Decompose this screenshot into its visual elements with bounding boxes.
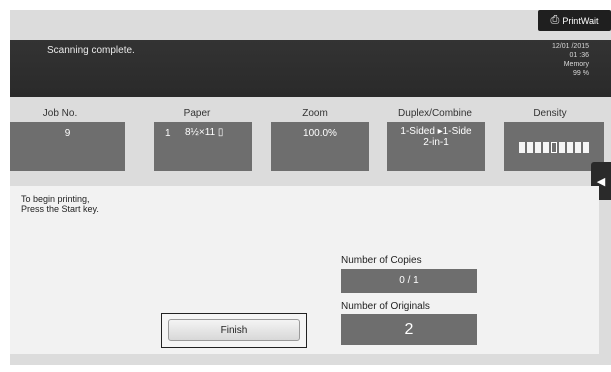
density-step (567, 142, 573, 153)
instructions: To begin printing, Press the Start key. (21, 194, 99, 214)
paper-box[interactable]: 1 8½×11 ▯ (154, 122, 252, 171)
job-no-label: Job No. (42, 108, 78, 119)
job-no-box: 9 (10, 122, 125, 171)
print-wait-button[interactable]: ⎙ PrintWait (538, 10, 611, 31)
density-step (519, 142, 525, 153)
status-time: 01 :36 (569, 52, 589, 59)
density-box[interactable] (504, 122, 604, 171)
status-memory-label: Memory (563, 61, 589, 68)
paper-label: Paper (183, 108, 211, 119)
copies-value: 0 / 1 (341, 269, 477, 293)
density-step (575, 142, 581, 153)
copy-screen: ⎙ PrintWait Scanning complete. 12/01 /20… (10, 10, 611, 365)
main-panel: To begin printing, Press the Start key. … (10, 186, 599, 354)
density-scale (519, 142, 589, 153)
finish-button-frame: Finish (161, 313, 307, 348)
copies-label: Number of Copies (341, 255, 422, 266)
instruction-line2: Press the Start key. (21, 204, 99, 214)
status-bar: Scanning complete. 12/01 /2015 01 :36 Me… (10, 40, 611, 97)
density-label: Density (533, 108, 567, 119)
finish-button[interactable]: Finish (168, 319, 300, 341)
duplex-label: Duplex/Combine (398, 108, 472, 119)
print-wait-label: PrintWait (562, 15, 599, 26)
status-memory-value: 99 % (573, 70, 589, 77)
zoom-label: Zoom (302, 108, 328, 119)
duplex-line2: 2-in-1 (423, 137, 449, 148)
zoom-box[interactable]: 100.0% (271, 122, 369, 171)
density-step (559, 142, 565, 153)
instruction-line1: To begin printing, (21, 194, 90, 204)
status-info: 12/01 /2015 01 :36 Memory 99 % (552, 42, 589, 78)
density-step-selected (551, 142, 557, 153)
column-labels: Job No. Paper Zoom Duplex/Combine Densit… (10, 108, 611, 122)
density-step (583, 142, 589, 153)
duplex-line1: 1-Sided ▸1-Side (400, 126, 472, 137)
zoom-value: 100.0% (303, 128, 337, 139)
density-step (535, 142, 541, 153)
printer-queue-icon: ⎙ (550, 14, 560, 26)
status-date: 12/01 /2015 (552, 43, 589, 50)
status-message: Scanning complete. (47, 45, 135, 56)
duplex-box[interactable]: 1-Sided ▸1-Side 2-in-1 (387, 122, 485, 171)
originals-label: Number of Originals (341, 301, 430, 312)
density-step (543, 142, 549, 153)
paper-size-value: 8½×11 ▯ (185, 127, 224, 138)
paper-tray-value: 1 (165, 128, 171, 139)
originals-value: 2 (341, 314, 477, 345)
density-step (527, 142, 533, 153)
job-no-value: 9 (64, 128, 71, 139)
